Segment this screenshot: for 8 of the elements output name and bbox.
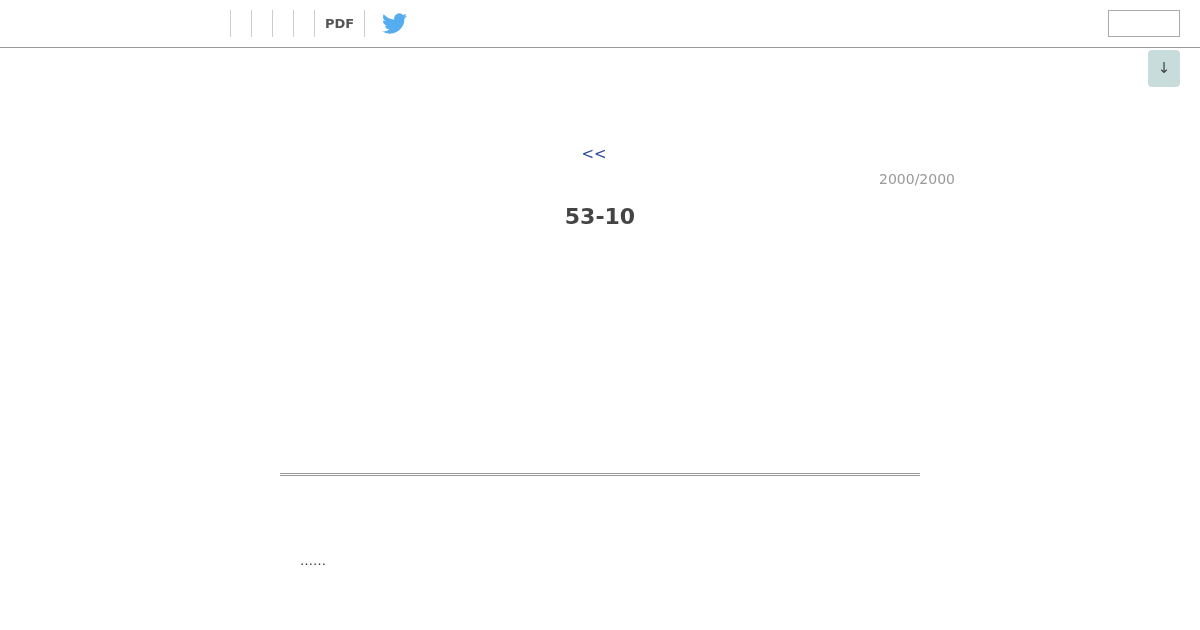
page-title: 53-10	[564, 203, 636, 231]
scroll-down-button[interactable]: ↓	[1148, 50, 1180, 87]
search-field[interactable]	[1108, 10, 1180, 37]
bird-icon[interactable]	[382, 13, 408, 34]
back-link[interactable]: <<	[581, 144, 619, 164]
body-text: ……	[300, 552, 326, 570]
pdf-link[interactable]: PDF	[325, 17, 355, 30]
page-count: 2000/2000	[879, 170, 955, 189]
